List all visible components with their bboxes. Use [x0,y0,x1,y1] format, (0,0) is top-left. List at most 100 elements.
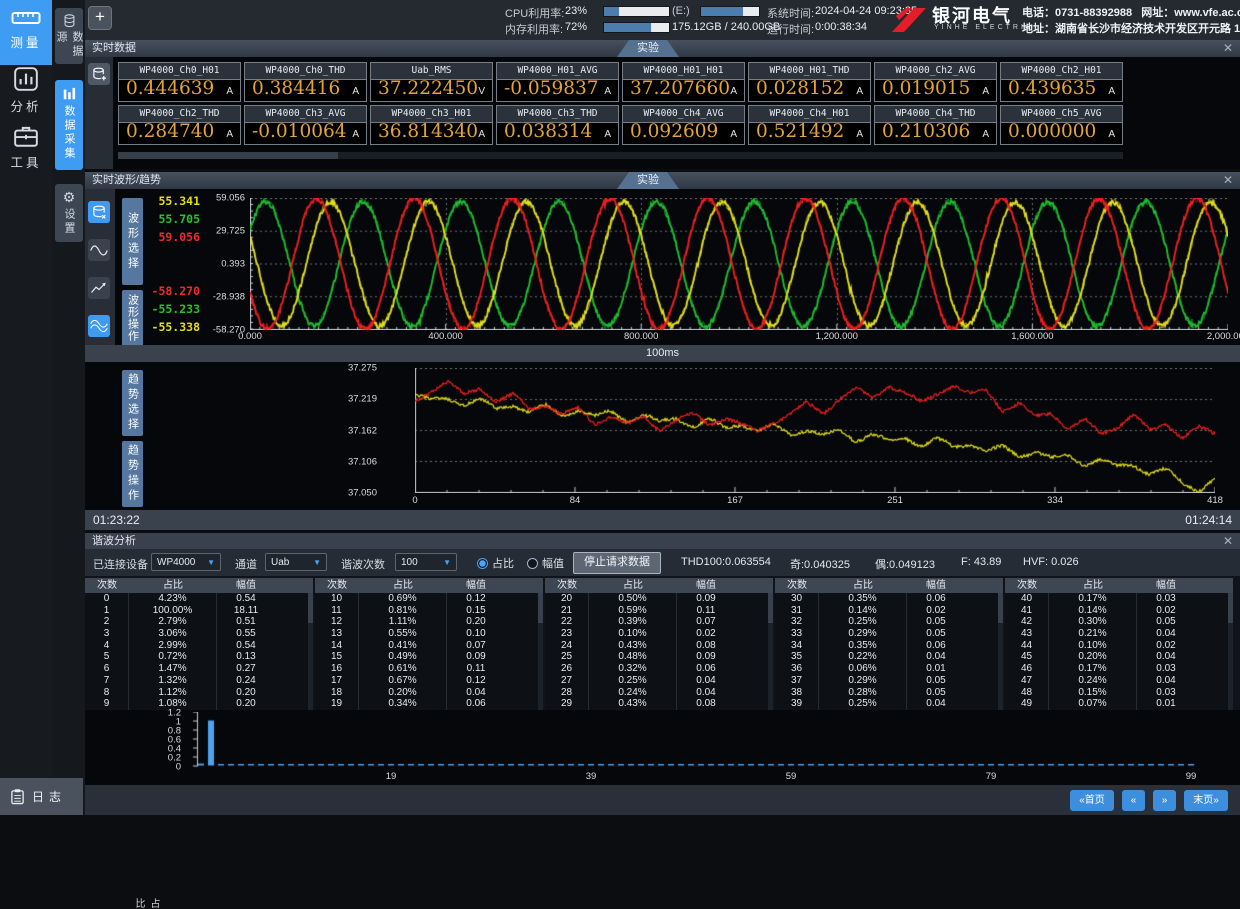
wave-max-value: 59.056 [145,230,200,244]
realtime-card-value: 0.028152 [756,78,844,99]
realtime-panel-title: 实时数据 [92,42,136,54]
table-cell: 0.24% [589,687,677,699]
wave-x-tick: 2,000.000 [1207,331,1240,342]
table-cell: 27 [545,675,589,687]
sidebar-item-tools[interactable]: 工具 [0,120,52,176]
table-cell: 35 [775,651,819,663]
memory-usage-label: 内存利用率: [505,21,563,37]
radio-ratio[interactable]: 占比 [477,555,514,571]
realtime-panel-header: 实时数据 实验 ✕ [85,40,1240,57]
realtime-card-value-row: 0.284740A [119,123,240,145]
table-cell: 0.07 [677,616,735,628]
table-cell: 0.21% [1049,628,1137,640]
table-row: 71.32%0.24 [85,675,313,687]
table-cell: 0.05 [907,616,965,628]
table-vscrollbar[interactable] [998,593,1003,710]
subtab-acquisition[interactable]: 数据采集 [55,80,83,170]
realtime-card-value-row: 0.092609A [623,123,744,145]
table-vscrollbar[interactable] [1228,593,1233,710]
interval-label: 100ms [646,347,679,359]
table-cell: 0.17% [1049,593,1137,605]
table-cell: 32 [775,616,819,628]
device-select[interactable]: WP4000▼ [151,553,221,571]
table-row: 1100.00%18.11 [85,605,313,617]
first-page-button[interactable]: «首页 [1070,790,1114,811]
sidebar-item-analysis[interactable]: 分析 [0,62,52,118]
trend-operate-button[interactable]: 趋势操作 [122,441,143,507]
table-vscrollbar[interactable] [768,593,773,710]
table-row: 50.72%0.13 [85,651,313,663]
close-icon[interactable]: ✕ [1223,40,1233,57]
harmonic-col-header: 占比 [1049,578,1137,593]
bar-x-tick: 79 [986,771,997,782]
stop-request-button[interactable]: 停止请求数据 [573,552,661,574]
subtab-settings[interactable]: ⚙ 设置 [55,184,83,242]
multi-wave-button[interactable] [88,315,110,337]
table-cell: 0.05 [1137,616,1195,628]
table-row: 300.35%0.06 [775,593,1003,605]
realtime-card-unit: V [478,86,485,97]
table-row: 250.48%0.09 [545,651,773,663]
system-time-label: 系统时间: [767,5,814,21]
wave-min-value: -55.338 [145,320,200,334]
realtime-card: WP4000_Ch3_AVG-0.010064A [244,105,367,145]
table-cell: 44 [1005,640,1049,652]
table-cell: 30 [775,593,819,605]
radio-amplitude[interactable]: 幅值 [527,555,564,571]
sine-view-button[interactable] [88,239,110,261]
order-select[interactable]: 100▼ [395,553,457,571]
waveform-panel-title: 实时波形/趋势 [92,174,161,186]
harmonic-col-header: 次数 [315,578,359,593]
table-cell: 12 [315,616,359,628]
last-page-button[interactable]: 末页» [1184,790,1228,811]
subtab-datasource[interactable]: 数据源 [55,8,83,64]
close-icon[interactable]: ✕ [1223,172,1233,189]
tab-experiment[interactable]: 实验 [617,40,679,57]
channel-select[interactable]: Uab▼ [265,553,327,571]
table-row: 240.43%0.08 [545,640,773,652]
realtime-card: WP4000_Ch2_H010.439635A [1000,62,1123,102]
table-cell: 8 [85,687,129,699]
tab-experiment[interactable]: 实验 [617,172,679,189]
table-cell: 0.08 [677,640,735,652]
log-button[interactable]: 日志 [0,778,83,815]
table-cell: 0.06 [907,640,965,652]
next-page-button[interactable]: » [1153,790,1176,811]
table-cell: 0.32% [589,663,677,675]
realtime-card-unit: A [730,86,737,97]
realtime-card-value: 0.092609 [630,121,718,142]
realtime-hscrollbar[interactable] [118,152,1123,159]
table-vscrollbar[interactable] [308,593,313,710]
table-row: 04.23%0.54 [85,593,313,605]
realtime-card-value: 0.038314 [504,121,592,142]
prev-page-button[interactable]: « [1122,790,1145,811]
table-row: 400.17%0.03 [1005,593,1233,605]
table-vscrollbar[interactable] [538,593,543,710]
trend-view-button[interactable] [88,277,110,299]
trend-select-button[interactable]: 趋势选择 [122,370,143,436]
wave-select-button[interactable]: 波形选择 [122,198,143,285]
table-cell: 3.06% [129,628,217,640]
data-source-button[interactable] [88,201,110,223]
memory-usage-value: 72% [565,21,587,33]
harmonic-col-header: 幅值 [1137,578,1195,593]
realtime-card: WP4000_Ch2_AVG0.019015A [874,62,997,102]
realtime-card-value: 0.521492 [756,121,844,142]
add-tab-button[interactable]: + [88,6,112,30]
close-icon[interactable]: ✕ [1223,533,1233,549]
realtime-card-value-row: 0.210306A [875,123,996,145]
sidebar-item-measure[interactable]: 测量 [0,0,52,65]
run-time-label: 运行时间: [767,21,814,37]
disk-label: (E:) [672,5,690,17]
hvf-stat: HVF: 0.026 [1023,556,1079,568]
harmonic-col-header: 次数 [1005,578,1049,593]
add-data-item-button[interactable] [88,63,110,85]
topbar: + CPU利用率: 23% (E:) 系统时间: 2024-04-24 09:2… [0,0,1240,41]
wave-operate-button[interactable]: 波形操作 [122,290,143,346]
table-cell: 18.11 [217,605,275,617]
table-cell: 10 [315,593,359,605]
table-cell: 7 [85,675,129,687]
table-cell: 0.54 [217,640,275,652]
harmonic-col-header: 幅值 [217,578,275,593]
table-row: 470.24%0.04 [1005,675,1233,687]
